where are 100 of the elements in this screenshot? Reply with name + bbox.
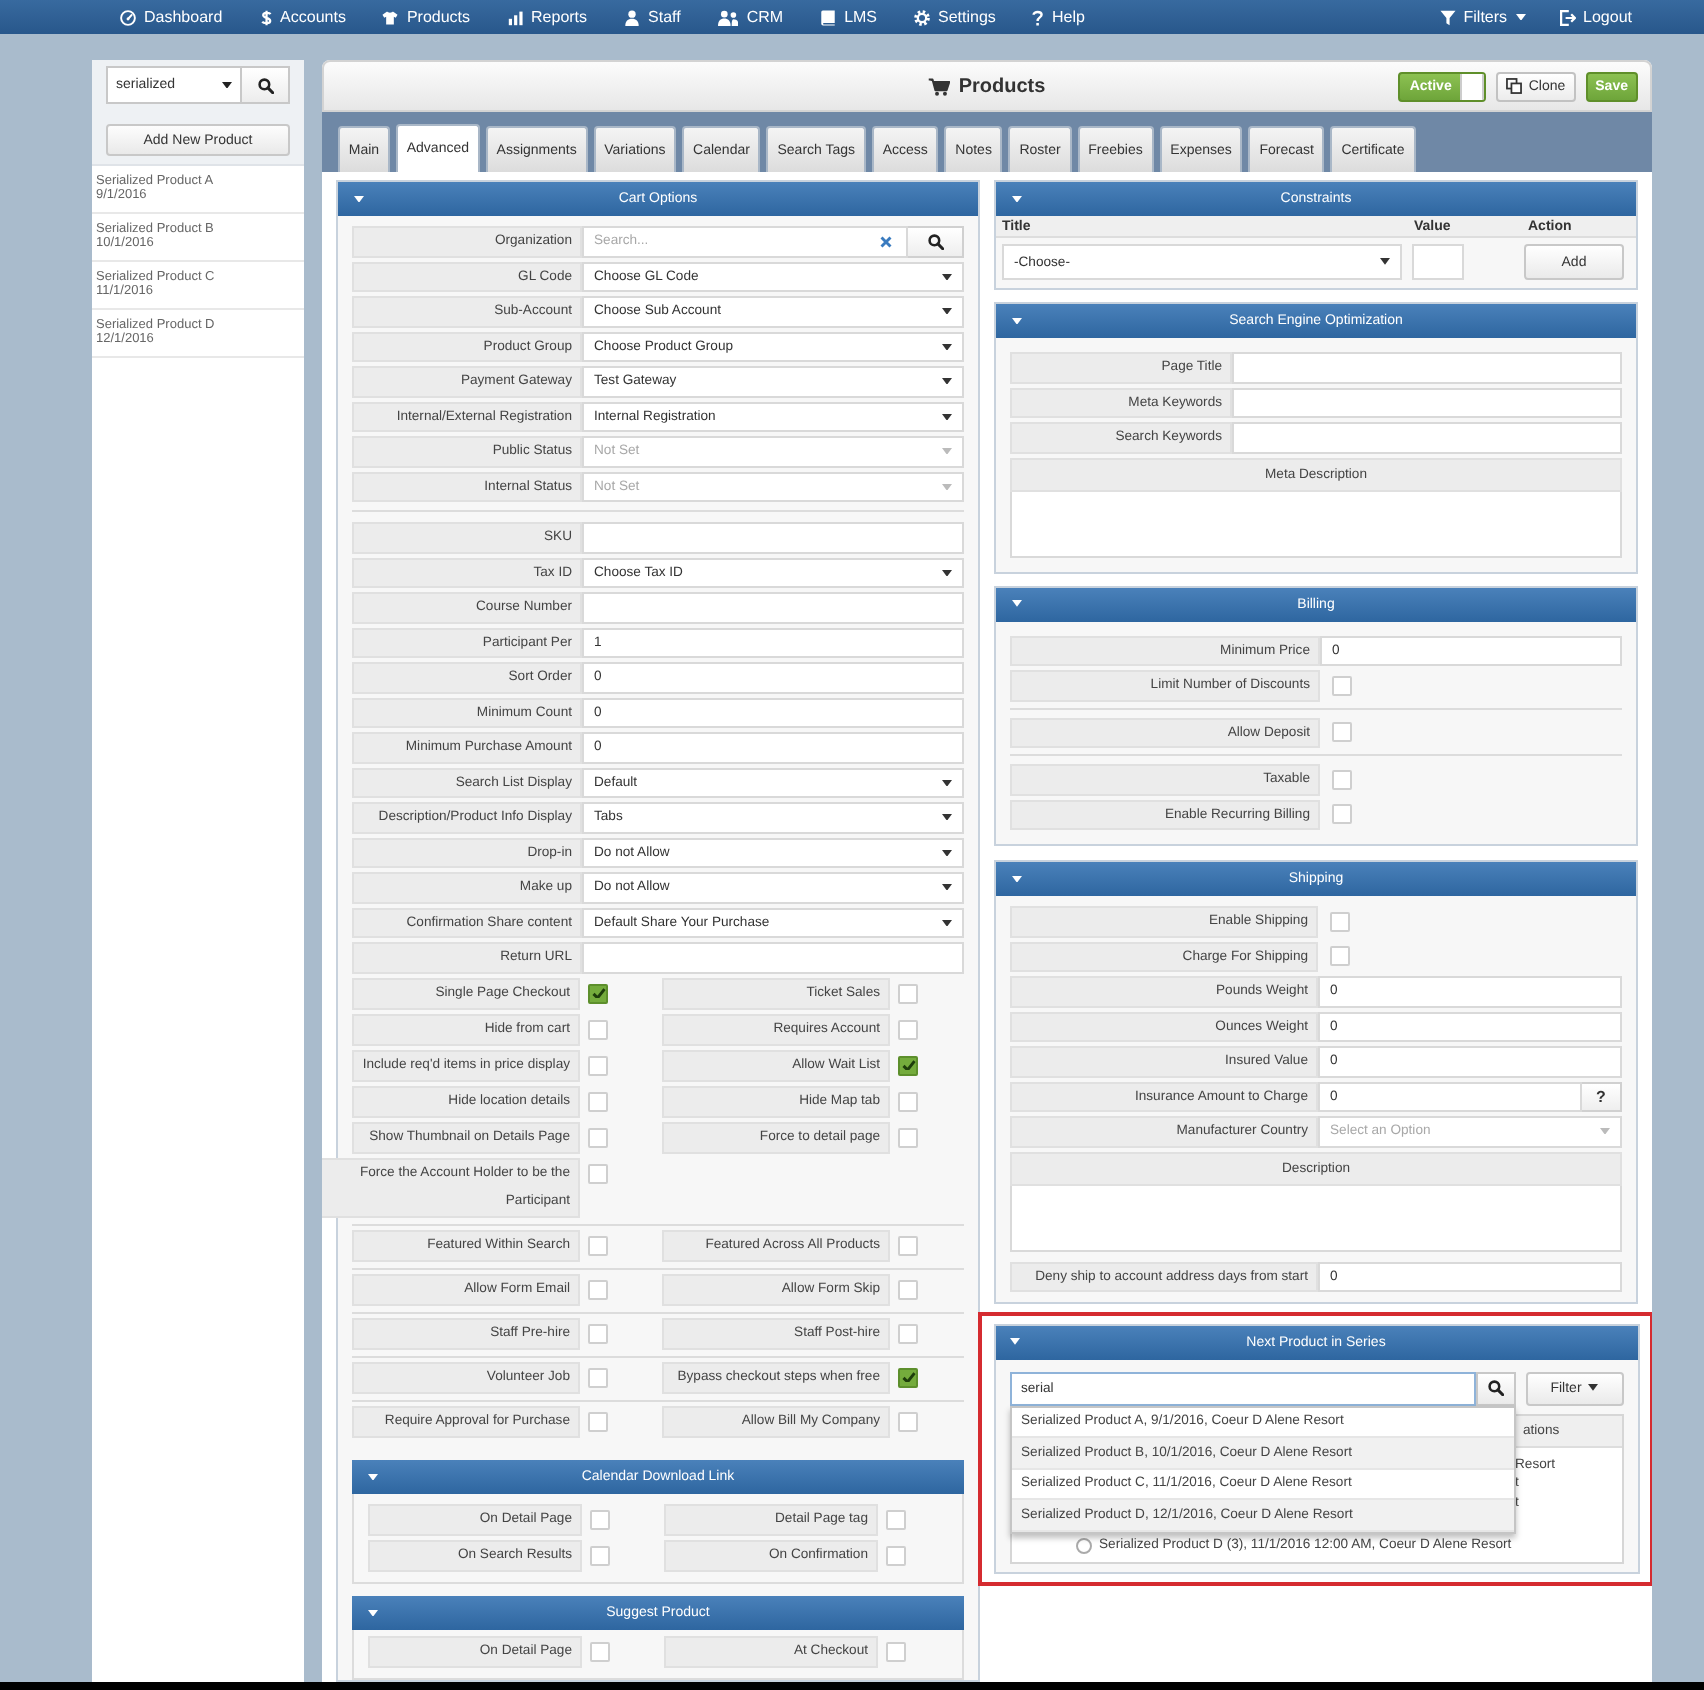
textarea-field[interactable] [1010,1185,1622,1251]
help-icon [1032,9,1045,25]
checkbox[interactable] [886,1546,906,1566]
checkbox[interactable] [1332,675,1352,696]
settings-icon [914,9,931,25]
caret-icon [942,569,952,576]
users-icon [717,9,739,25]
checkbox[interactable] [588,1279,608,1299]
checkmark-icon [591,987,605,999]
nav-link[interactable]: CRM [717,8,784,26]
bar-chart-icon [507,9,524,25]
caret-icon [1587,1384,1598,1392]
checkbox[interactable] [590,1510,610,1530]
caret-icon [942,919,952,926]
help-button[interactable]: ? [1582,1081,1622,1112]
textarea-field[interactable] [1010,491,1622,557]
logout-icon [1559,9,1576,25]
nav-link[interactable]: Logout [1559,8,1632,26]
search-icon [927,233,943,250]
caret-icon [1600,1128,1610,1135]
search-icon [257,77,273,93]
checkbox[interactable] [1330,946,1350,967]
checkbox[interactable] [588,1019,608,1039]
checkbox[interactable] [898,1055,918,1075]
checkbox[interactable] [898,1367,918,1387]
user-icon [624,9,641,25]
nav-link[interactable]: Filters [1439,8,1526,26]
caret-icon [942,273,952,280]
caret-icon [1010,1338,1020,1346]
search-icon [1487,1380,1503,1396]
nav-link[interactable]: Help [1032,8,1085,26]
caret-icon [942,343,952,350]
caret-icon [1011,600,1021,608]
value-field[interactable] [1412,244,1464,280]
caret-icon [942,483,952,490]
radio-button[interactable] [1075,1537,1091,1554]
caret-icon [942,448,952,455]
checkbox[interactable] [886,1642,906,1662]
gauge-icon [120,9,136,25]
checkmark-icon [901,1371,915,1383]
caret-icon [942,413,952,420]
caret-icon [222,81,232,89]
checkbox[interactable] [898,1019,918,1039]
checkbox[interactable] [588,1091,608,1111]
nav-link[interactable]: Products [382,8,471,26]
checkbox[interactable] [898,1091,918,1111]
caret-icon [942,779,952,786]
cart-icon [928,77,951,95]
caret-icon [942,884,952,891]
search-button[interactable] [1475,1371,1515,1405]
caret-icon [367,1609,377,1617]
search-button[interactable] [908,226,964,257]
checkbox[interactable] [588,1127,608,1147]
checkmark-icon [901,1059,915,1071]
checkbox[interactable] [590,1546,610,1566]
checkbox[interactable] [1332,804,1352,825]
nav-link[interactable]: Reports [507,8,588,26]
book-icon [820,9,837,25]
checkbox[interactable] [898,1411,918,1431]
caret-icon [1380,258,1390,266]
nav-link[interactable]: Accounts [259,8,346,26]
search-button[interactable] [242,66,290,104]
copy-icon [1506,78,1523,94]
checkbox[interactable] [588,1411,608,1431]
checkbox[interactable] [590,1642,610,1662]
filter-icon [1439,9,1456,25]
text-field[interactable] [1232,387,1622,418]
checkbox[interactable] [1332,722,1352,743]
checkbox[interactable] [898,1323,918,1343]
checkbox[interactable] [886,1510,906,1530]
nav-link[interactable]: LMS [820,8,878,26]
nav-link[interactable]: Settings [914,8,996,26]
caret-icon [1011,875,1021,883]
text-field[interactable] [1232,352,1622,383]
checkbox[interactable] [588,1163,608,1183]
clear-icon[interactable] [880,235,892,248]
checkbox[interactable] [898,983,918,1003]
text-field[interactable] [582,592,964,623]
caret-icon [942,849,952,856]
checkbox[interactable] [898,1279,918,1299]
checkbox[interactable] [1332,769,1352,790]
caret-icon [1011,317,1021,325]
dollar-icon [259,9,273,25]
nav-link[interactable]: Dashboard [120,8,223,26]
checkbox[interactable] [588,983,608,1003]
nav-link[interactable]: Staff [624,8,681,26]
checkbox[interactable] [588,1367,608,1387]
caret-icon [1011,195,1021,203]
caret-icon [1515,13,1526,21]
text-field[interactable] [1232,422,1622,453]
checkbox[interactable] [588,1235,608,1255]
shirt-icon [382,9,399,25]
checkbox[interactable] [898,1235,918,1255]
checkbox[interactable] [1330,911,1350,932]
caret-icon [942,814,952,821]
text-field[interactable] [582,942,964,973]
checkbox[interactable] [588,1323,608,1343]
checkbox[interactable] [898,1127,918,1147]
checkbox[interactable] [588,1055,608,1075]
text-field[interactable] [582,522,964,553]
